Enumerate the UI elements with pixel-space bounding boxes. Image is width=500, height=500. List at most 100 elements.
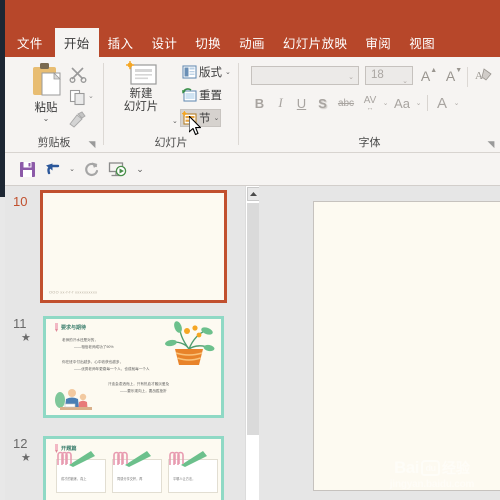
slide-11-line-2: ——相信老师成功了90% [74,345,114,349]
undo-button[interactable] [41,157,65,181]
slideshow-icon [108,161,127,178]
new-slide-label-line1: 新建 [129,88,153,100]
font-group-label: 字体 [358,137,381,149]
format-painter-icon [68,111,88,129]
font-size-value: 18 [371,69,384,81]
current-slide-canvas[interactable] [313,201,500,491]
slide-11-line-4: ——优秀老师年更衰每一个人，也成就每一个人 [74,367,150,371]
new-slide-button[interactable]: 新建 幻灯片 [112,61,170,114]
text-shadow-button[interactable]: S [312,93,333,113]
start-slideshow-button[interactable] [105,157,129,181]
ribbon-group-clipboard: 粘贴 ⌄ ⌄ 剪贴板 ◥ [5,57,103,153]
undo-dropdown-caret[interactable]: ⌄ [67,165,77,173]
layout-button[interactable]: 版式 ⌄ [180,63,233,81]
tab-insert-label: 插入 [107,37,134,51]
thumbnail-slide-10[interactable]: 10 OOO xx-f-f-f xxxxxxxxxx [5,186,245,316]
change-case-caret[interactable]: ⌄ [414,99,423,107]
redo-icon [83,161,100,178]
reset-button[interactable]: 重置 [180,86,224,104]
tab-animations[interactable]: 动画 [230,28,274,57]
slide-11-line-5: 汗血会泼洒而上，只有热血才融淡爱及 [108,382,170,386]
character-spacing-button[interactable]: AV ↔ [359,93,381,113]
cut-button[interactable] [69,65,87,83]
thumbnail-frame-12[interactable]: 开题篇 成才的锻炼，真上 同感分享交杯，再 平哪人让方法， [43,436,224,500]
section-dropdown-caret[interactable]: ⌄ [214,114,220,122]
title-bar [5,0,500,28]
copy-button[interactable] [69,89,87,106]
font-dialog-launcher[interactable]: ◥ [486,139,496,149]
font-name-input[interactable]: ⌄ [251,66,359,85]
slide-12-card-3: 平哪人让方法， [168,451,218,493]
layout-icon [182,65,199,79]
underline-button[interactable]: U [291,93,312,113]
thumbnail-frame-10[interactable]: OOO xx-f-f-f xxxxxxxxxx [40,190,227,303]
paste-label: 粘贴 [34,102,58,114]
customize-qat-caret[interactable]: ⌄ [135,164,145,175]
ribbon-group-slides: 新建 幻灯片 ⌄ 版式 ⌄ 重置 节 ⌄ 幻灯片 [104,57,238,153]
paste-dropdown-caret[interactable]: ⌄ [43,115,50,123]
increase-font-size-button[interactable]: A ▲ [418,65,440,86]
slide-10-footer-text: OOO xx-f-f-f xxxxxxxxxx [49,290,98,295]
italic-label: I [278,95,283,110]
scissors-icon [69,65,87,83]
slide-edit-area[interactable] [259,186,500,500]
layout-label: 版式 [199,67,222,79]
slide-thumbnail-pane[interactable]: 10 OOO xx-f-f-f xxxxxxxxxx 11 ★ 要求与期待 老师… [5,186,245,500]
caret-up-icon: ▲ [430,67,438,74]
powerpoint-window: 文件 开始 插入 设计 切换 动画 幻灯片放映 审阅 视图 粘贴 ⌄ ⌄ 剪贴板… [0,0,500,500]
font-color-button[interactable]: A [432,93,452,113]
slide-11-title-row: 要求与期待 [54,323,86,332]
format-painter-button[interactable] [68,111,88,129]
thumbnail-slide-12[interactable]: 12 ★ 开题篇 成才的锻炼，真上 同感分享交杯，再 平哪人让方法， [5,431,245,500]
clear-formatting-button[interactable]: A [473,65,495,86]
teacher-student-illustration [52,386,96,414]
thumbnail-frame-11[interactable]: 要求与期待 老师的汗水还是对的， ——相信老师成功了90% 你在班中付出越多，心… [43,316,224,418]
slide-12-card-3-text: 平哪人让方法， [173,477,196,481]
plant-basket-illustration [163,321,215,367]
strikethrough-button[interactable]: abc [333,93,359,113]
slides-group-label: 幻灯片 [154,137,188,149]
layout-dropdown-caret[interactable]: ⌄ [225,68,231,76]
character-spacing-caret[interactable]: ⌄ [381,99,390,107]
tab-slideshow-label: 幻灯片放映 [282,37,348,51]
section-button[interactable]: 节 ⌄ [180,109,222,127]
copy-dropdown-caret[interactable]: ⌄ [88,92,94,100]
save-icon [19,161,36,178]
underline-label: U [296,95,307,111]
font-color-label: A [436,94,447,112]
redo-button[interactable] [79,157,103,181]
quick-access-toolbar: ⌄ ⌄ [5,153,500,186]
tab-home[interactable]: 开始 [54,28,99,57]
slide-12-card-1-text: 成才的锻炼，真上 [61,477,87,481]
save-button[interactable] [15,157,39,181]
tab-design[interactable]: 设计 [142,28,186,57]
clipboard-dialog-launcher[interactable]: ◥ [87,139,97,149]
tab-slideshow[interactable]: 幻灯片放映 [274,28,357,57]
clip-icon [111,451,151,467]
tab-file[interactable]: 文件 [5,28,55,57]
tab-transitions[interactable]: 切换 [186,28,230,57]
tab-transitions-label: 切换 [195,37,222,51]
thumbnail-scrollbar[interactable] [245,186,260,500]
animation-star-icon-11: ★ [21,332,31,344]
tab-review[interactable]: 审阅 [356,28,400,57]
tab-insert[interactable]: 插入 [99,28,143,57]
font-color-caret[interactable]: ⌄ [452,99,461,107]
thumbnail-slide-11[interactable]: 11 ★ 要求与期待 老师的汗水还是对的， ——相信老师成功了90% 你在班中付… [5,311,245,436]
decrease-font-size-button[interactable]: A ▼ [443,65,465,86]
font-size-input[interactable]: 18 ⌄ [365,66,413,85]
slide-12-content: 开题篇 成才的锻炼，真上 同感分享交杯，再 平哪人让方法， [43,436,224,500]
font-size-dropdown-caret[interactable]: ⌄ [402,73,408,90]
change-case-label: Aa [394,95,410,111]
new-slide-dropdown-caret[interactable]: ⌄ [172,117,178,125]
scrollbar-thumb[interactable] [247,203,259,435]
tab-design-label: 设计 [151,37,178,51]
section-label: 节 [199,113,211,125]
scrollbar-track[interactable] [247,436,259,500]
bold-button[interactable]: B [249,93,270,113]
tab-view[interactable]: 视图 [400,28,444,57]
change-case-button[interactable]: Aa [390,93,414,113]
italic-button[interactable]: I [270,93,291,113]
font-name-dropdown-caret[interactable]: ⌄ [348,73,354,81]
paste-button[interactable]: 粘贴 ⌄ [23,62,69,123]
